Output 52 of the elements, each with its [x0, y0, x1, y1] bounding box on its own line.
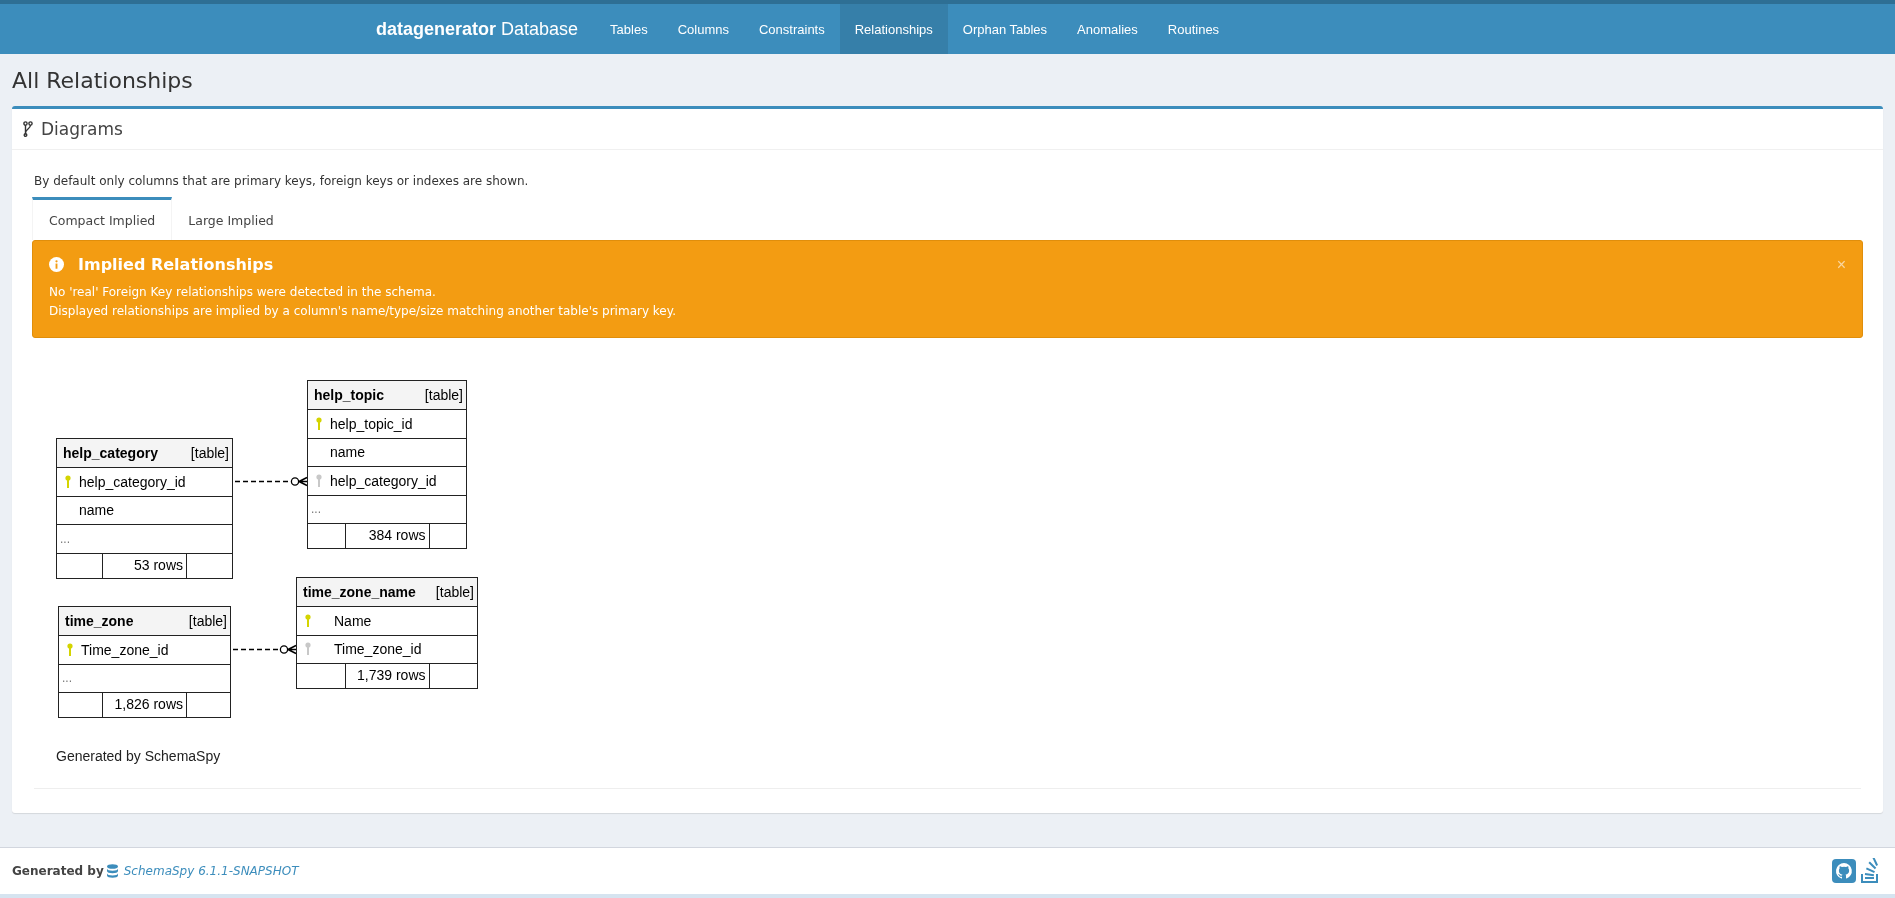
column-name: help_category_id — [79, 473, 186, 490]
table-name: help_topic — [314, 387, 384, 403]
column-name: help_topic_id — [330, 415, 413, 432]
key-icon — [316, 473, 322, 488]
footer-text: Generated by — [12, 864, 104, 878]
panel-title: Diagrams — [41, 119, 123, 139]
more-columns-text: ... — [311, 502, 321, 517]
row-count: 1,739 rows — [344, 664, 430, 688]
table-type: [table] — [424, 387, 463, 403]
key-icon — [305, 642, 311, 657]
column-name: help_category_id — [330, 472, 437, 489]
table-name: time_zone_name — [303, 584, 416, 600]
nav-link[interactable]: Tables — [595, 4, 663, 54]
more-columns-text: ... — [60, 531, 70, 546]
row-count: 1,826 rows — [102, 693, 187, 717]
table-name: help_category — [63, 445, 158, 461]
key-icon — [65, 474, 71, 489]
alert-text: Displayed relationships are implied by a column's name/type/size matching another table's primary key. — [49, 303, 677, 320]
row-count: 384 rows — [344, 524, 430, 548]
key-icon — [305, 613, 311, 628]
more-columns-text: ... — [62, 671, 72, 686]
diagram-caption: Generated by SchemaSpy — [56, 748, 221, 764]
brand-title[interactable]: datagenerator Database — [376, 4, 579, 54]
table-type: [table] — [435, 584, 474, 600]
row-count: 53 rows — [102, 553, 187, 578]
branch-icon — [23, 121, 33, 137]
info-icon — [49, 257, 64, 272]
alert-title: Implied Relationships — [78, 255, 275, 274]
column-name: Time_zone_id — [81, 641, 169, 658]
product-link[interactable]: SchemaSpy 6.1.1-SNAPSHOT — [123, 864, 299, 878]
column-name: name — [79, 502, 115, 519]
diagram-tab[interactable]: Large Implied — [172, 197, 290, 240]
key-icon — [67, 642, 73, 657]
nav-link[interactable]: Constraints — [744, 4, 840, 54]
nav-link[interactable]: Columns — [662, 4, 744, 54]
description-text: By default only columns that are primary keys, foreign keys or indexes are shown. — [34, 174, 530, 188]
alert-text: No 'real' Foreign Key relationships were detected in the schema. — [49, 284, 437, 301]
nav-link[interactable]: Anomalies — [1062, 4, 1153, 54]
page-title: All Relationships — [12, 68, 194, 95]
stack-icon[interactable] — [1859, 858, 1881, 884]
column-name: name — [330, 444, 366, 461]
nav-link[interactable]: Routines — [1152, 4, 1235, 54]
table-type: [table] — [188, 613, 227, 629]
key-icon — [316, 416, 322, 431]
table-type: [table] — [190, 445, 229, 461]
database-icon — [106, 864, 118, 878]
table-name: time_zone — [65, 613, 134, 629]
column-name: Time_zone_id — [334, 641, 422, 658]
nav-link[interactable]: Relationships — [839, 4, 948, 54]
column-name: Name — [334, 612, 372, 629]
github-icon[interactable] — [1832, 859, 1856, 883]
nav-link[interactable]: Orphan Tables — [947, 4, 1063, 54]
